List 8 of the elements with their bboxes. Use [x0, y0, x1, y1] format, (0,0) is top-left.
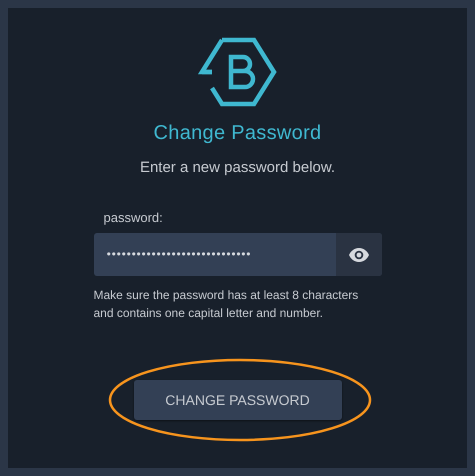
field-label: password:: [102, 210, 164, 225]
logo-icon: [198, 36, 278, 108]
change-password-button[interactable]: CHANGE PASSWORD: [134, 380, 342, 420]
eye-icon[interactable]: [336, 233, 382, 276]
page-title: Change Password: [154, 122, 322, 145]
hint-text: Make sure the password has at least 8 characters and contains one capital letter and number.: [94, 287, 360, 322]
subtitle: Enter a new password below.: [140, 159, 336, 176]
password-field[interactable]: •••••••••••••••••••••••••••••: [94, 233, 382, 276]
